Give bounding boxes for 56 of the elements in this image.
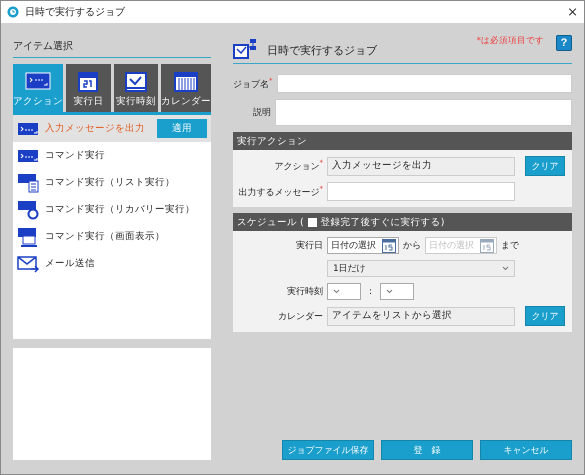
section-title: スケジュール ( <box>237 216 304 228</box>
mail-icon <box>17 254 41 272</box>
calendar-grid-icon <box>174 72 198 92</box>
item-label: メール送信 <box>45 257 96 270</box>
calendar-icon[interactable] <box>480 238 494 252</box>
chevron-icon <box>333 289 340 294</box>
checkbox-label: 登録完了後すぐに実行する) <box>320 216 444 228</box>
item-label: コマンド実行 <box>45 149 106 162</box>
checkbox[interactable] <box>308 218 317 226</box>
list-item[interactable]: コマンド実行 <box>13 142 211 169</box>
window-title: 日時で実行するジョブ <box>25 6 126 19</box>
field-label: カレンダー <box>277 310 323 322</box>
time-separator: : <box>368 286 374 296</box>
calendar-date-icon <box>78 72 98 92</box>
date-field[interactable]: 日付の選択 <box>327 237 399 254</box>
calendar-icon[interactable] <box>382 238 396 252</box>
field-label: 出力するメッセージ$^{*}$ <box>238 184 323 198</box>
input-field[interactable] <box>327 182 515 201</box>
readonly-field: 入力メッセージを出力 <box>327 156 515 176</box>
chevron-icon <box>386 289 394 294</box>
console-icon <box>17 148 41 164</box>
input-field[interactable] <box>275 99 572 126</box>
range-word: から <box>403 240 421 252</box>
item-label: コマンド実行（画面表示） <box>45 230 166 243</box>
field-label: アクション$^{*}$ <box>274 159 323 173</box>
field-label: ジョブ名$^{*}$ <box>233 76 272 90</box>
repeat-dropdown[interactable]: 1日だけ <box>327 260 515 277</box>
range-word: まで <box>501 240 519 252</box>
list-item[interactable]: コマンド実行（画面表示） <box>13 223 211 250</box>
field-label: 実行日 <box>295 240 323 252</box>
app-logo-icon <box>7 6 19 18</box>
item-label: 入力メッセージを出力 <box>45 122 146 135</box>
minute-dropdown[interactable] <box>380 283 414 300</box>
console-icon <box>25 72 51 90</box>
help-button[interactable]: ? <box>556 35 572 51</box>
form-title: 日時で実行するジョブ <box>267 43 378 59</box>
list-item[interactable]: コマンド実行（リスト実行） <box>13 169 211 196</box>
field-label: 実行時刻 <box>286 286 323 298</box>
section-title: 実行アクション <box>237 134 307 148</box>
required-note: *は必須項目です <box>476 35 544 47</box>
field-label: 説明 <box>252 106 271 119</box>
item-label: コマンド実行（リスト実行） <box>45 176 176 189</box>
console-icon <box>17 120 41 136</box>
list-item[interactable]: コマンド実行（リカバリー実行） <box>13 196 211 223</box>
list-item[interactable]: メール送信 <box>13 250 211 277</box>
tab[interactable]: カレンダー <box>161 64 211 112</box>
tab[interactable]: 実行時刻 <box>114 64 158 112</box>
console-list-icon <box>17 172 41 192</box>
readonly-field: アイテムをリストから選択 <box>327 306 515 326</box>
close-icon[interactable]: × <box>567 4 578 20</box>
item-label: コマンド実行（リカバリー実行） <box>45 203 196 216</box>
tab[interactable]: 実行日 <box>66 64 110 112</box>
panel-heading: アイテム選択 <box>13 35 211 58</box>
input-field[interactable] <box>276 74 572 93</box>
hour-dropdown[interactable] <box>327 283 361 300</box>
chevron-icon <box>502 266 509 271</box>
